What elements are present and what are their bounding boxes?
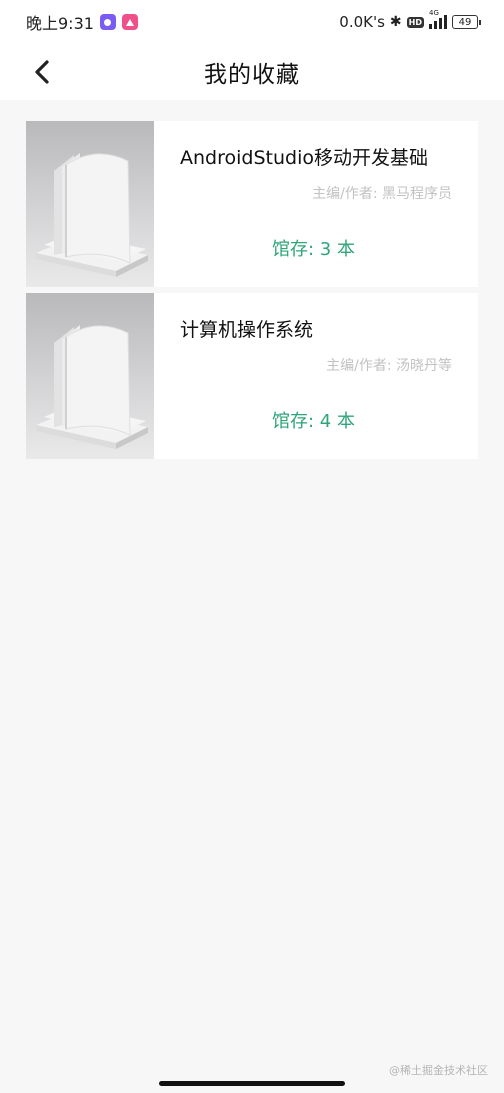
status-bar: 晚上9:31 0.0K's ✱ HD 4G 49 — [0, 0, 504, 44]
book-stock: 馆存: 4 本 — [272, 411, 355, 432]
message-app-icon — [99, 14, 116, 30]
book-title: 计算机操作系统 — [180, 319, 314, 341]
book-cover-image — [26, 293, 154, 459]
book-info: 计算机操作系统 主编/作者: 汤晓丹等 馆存: 4 本 — [154, 293, 478, 459]
list-item[interactable]: 计算机操作系统 主编/作者: 汤晓丹等 馆存: 4 本 — [26, 293, 478, 459]
book-stock: 馆存: 3 本 — [272, 239, 355, 260]
top-app-bar: 我的收藏 — [0, 44, 504, 100]
chevron-left-icon — [35, 60, 49, 84]
home-indicator[interactable] — [159, 1081, 345, 1086]
list-item[interactable]: AndroidStudio移动开发基础 主编/作者: 黑马程序员 馆存: 3 本 — [26, 121, 478, 287]
battery-level: 49 — [458, 16, 472, 28]
status-time: 晚上9:31 — [26, 14, 94, 33]
page-title: 我的收藏 — [204, 62, 300, 88]
book-author: 主编/作者: 黑马程序员 — [312, 186, 452, 202]
back-button[interactable] — [26, 56, 58, 88]
notification-app-icon — [121, 14, 138, 30]
app-screen: 晚上9:31 0.0K's ✱ HD 4G 49 我的收藏 AndroidStu… — [0, 0, 504, 1093]
watermark: @稀土掘金技术社区 — [389, 1064, 488, 1077]
favorites-list: AndroidStudio移动开发基础 主编/作者: 黑马程序员 馆存: 3 本 — [26, 121, 478, 465]
book-title: AndroidStudio移动开发基础 — [180, 147, 428, 169]
network-type: 4G — [429, 9, 439, 17]
network-speed: 0.0K's — [339, 13, 385, 31]
bluetooth-icon: ✱ — [389, 14, 402, 30]
book-stack-icon — [36, 325, 148, 449]
book-stack-icon — [36, 153, 148, 277]
battery-icon: 49 — [452, 15, 481, 29]
status-right: 0.0K's ✱ HD 4G 49 — [339, 9, 481, 31]
signal-icon: 4G — [429, 9, 447, 29]
status-left: 晚上9:31 — [26, 10, 138, 34]
hd-icon: HD — [406, 16, 424, 28]
book-cover-image — [26, 121, 154, 287]
book-info: AndroidStudio移动开发基础 主编/作者: 黑马程序员 馆存: 3 本 — [154, 121, 478, 287]
book-author: 主编/作者: 汤晓丹等 — [326, 358, 452, 374]
